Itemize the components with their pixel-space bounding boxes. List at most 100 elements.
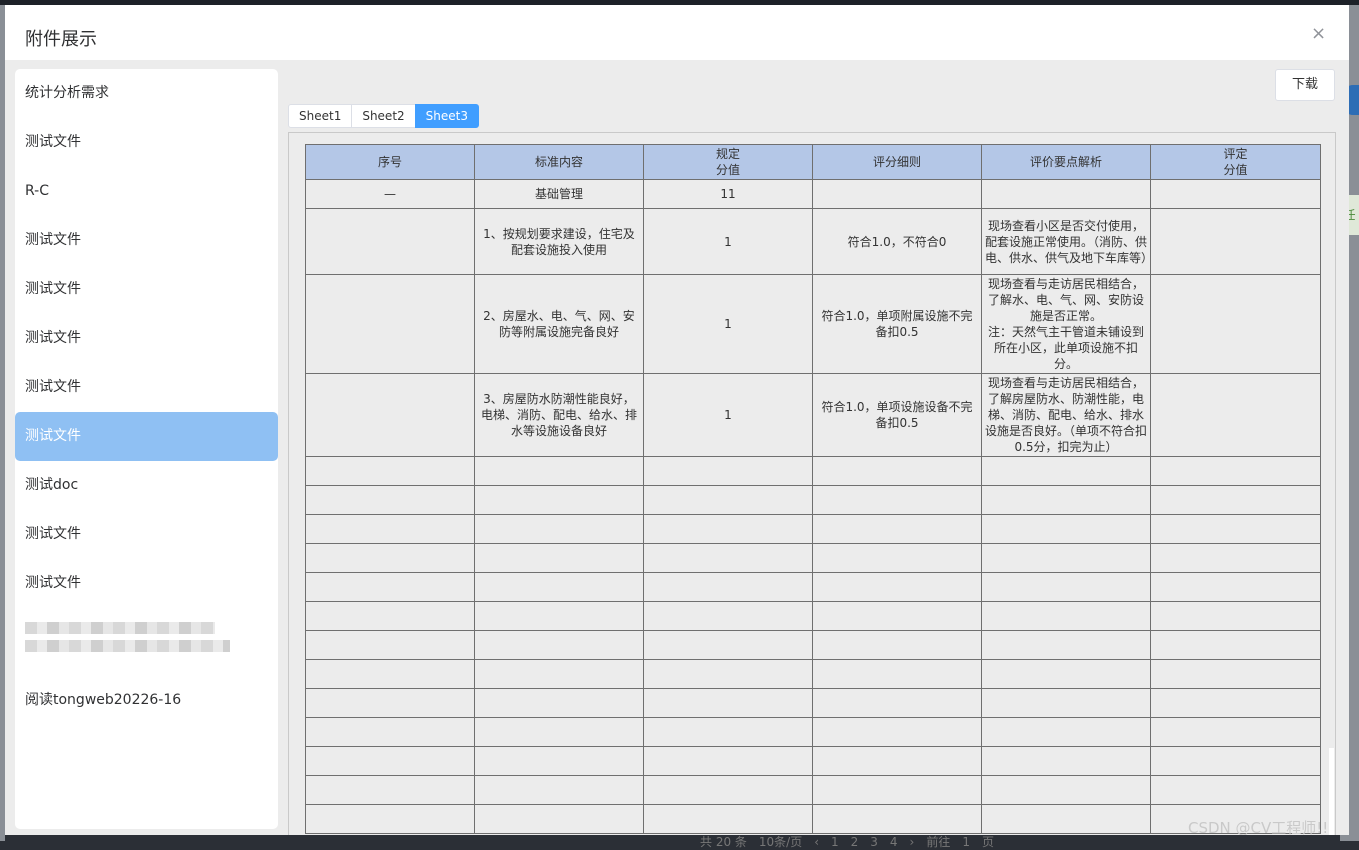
close-icon[interactable]: × [1311, 23, 1326, 44]
table-row-empty [305, 601, 1321, 631]
table-cell [305, 630, 475, 660]
table-cell: 符合1.0，单项附属设施不完备扣0.5 [812, 274, 982, 374]
table-cell: 1 [643, 373, 813, 457]
table-cell [305, 208, 475, 275]
table-cell: 现场查看与走访居民相结合，了解房屋防水、防潮性能，电梯、消防、配电、给水、排水设… [981, 373, 1151, 457]
table-row-empty [305, 746, 1321, 776]
column-header: 评价要点解析 [981, 144, 1151, 180]
column-header: 评分细则 [812, 144, 982, 180]
table-cell [305, 514, 475, 544]
table-cell [305, 775, 475, 805]
table-cell [474, 804, 644, 834]
attachment-item[interactable]: 测试文件 [15, 363, 278, 412]
table-row-empty [305, 514, 1321, 544]
table-cell [474, 543, 644, 573]
attachment-item[interactable]: 阅读tongweb20226-16 [15, 676, 278, 725]
attachment-item[interactable]: 测试文件 [15, 510, 278, 559]
table-cell [643, 485, 813, 515]
table-row-empty [305, 543, 1321, 573]
table-cell [1150, 630, 1321, 660]
download-button[interactable]: 下载 [1275, 69, 1335, 101]
attachment-item-redacted[interactable] [15, 608, 278, 676]
table-cell [981, 572, 1151, 602]
table-cell [305, 543, 475, 573]
table-cell: 2、房屋水、电、气、网、安防等附属设施完备良好 [474, 274, 644, 374]
table-cell [812, 659, 982, 689]
table-cell: 3、房屋防水防潮性能良好，电梯、消防、配电、给水、排水等设施设备良好 [474, 373, 644, 457]
table-cell: 1 [643, 274, 813, 374]
attachment-dialog: 附件展示 × 统计分析需求 测试文件 R-C 测试文件 测试文件 测试文件 测试… [5, 5, 1349, 835]
dialog-header: 附件展示 × [5, 5, 1349, 60]
column-header: 评定 分值 [1150, 144, 1321, 180]
tab-sheet2[interactable]: Sheet2 [351, 104, 416, 128]
table-cell [305, 659, 475, 689]
table-cell [643, 456, 813, 486]
table-cell [812, 804, 982, 834]
table-row: 1、按规划要求建设，住宅及配套设施投入使用 1 符合1.0，不符合0 现场查看小… [305, 208, 1321, 275]
table-row-empty [305, 804, 1321, 834]
attachment-item[interactable]: 测试文件 [15, 216, 278, 265]
table-cell [1150, 274, 1321, 374]
table-cell [305, 274, 475, 374]
table-cell [305, 485, 475, 515]
table-cell [643, 688, 813, 718]
table-cell [305, 717, 475, 747]
table-cell [981, 601, 1151, 631]
attachment-item[interactable]: 测试doc [15, 461, 278, 510]
table-row: 2、房屋水、电、气、网、安防等附属设施完备良好 1 符合1.0，单项附属设施不完… [305, 274, 1321, 374]
table-cell [1150, 179, 1321, 209]
table-cell [812, 717, 982, 747]
table-cell [812, 688, 982, 718]
table-cell [1150, 485, 1321, 515]
table-cell [812, 514, 982, 544]
table-cell [474, 456, 644, 486]
table-cell [305, 373, 475, 457]
table-row-empty [305, 456, 1321, 486]
table-cell [1150, 717, 1321, 747]
table-cell [643, 804, 813, 834]
dialog-title: 附件展示 [25, 29, 97, 50]
table-cell [305, 746, 475, 776]
attachment-item[interactable]: 测试文件 [15, 314, 278, 363]
sheet-viewer[interactable]: 序号 标准内容 规定 分值 评分细则 评价要点解析 评定 分值 — 基础管理 1… [288, 132, 1336, 835]
table-cell: — [305, 179, 475, 209]
table-cell [981, 485, 1151, 515]
vertical-scrollbar[interactable] [1329, 748, 1334, 835]
table-cell [474, 659, 644, 689]
table-cell [981, 456, 1151, 486]
table-cell [305, 804, 475, 834]
table-cell [981, 543, 1151, 573]
redacted-text [25, 622, 215, 634]
table-cell [1150, 543, 1321, 573]
table-cell: 符合1.0，单项设施设备不完备扣0.5 [812, 373, 982, 457]
tab-sheet3[interactable]: Sheet3 [414, 104, 479, 128]
table-cell [981, 630, 1151, 660]
table-cell [474, 514, 644, 544]
table-cell [1150, 601, 1321, 631]
table-cell: 1、按规划要求建设，住宅及配套设施投入使用 [474, 208, 644, 275]
table-cell [981, 775, 1151, 805]
table-cell [812, 179, 982, 209]
table-cell [1150, 208, 1321, 275]
table-row: — 基础管理 11 [305, 179, 1321, 209]
column-header: 规定 分值 [643, 144, 813, 180]
redacted-text [25, 640, 230, 652]
table-cell [981, 179, 1151, 209]
table-cell [812, 485, 982, 515]
table-cell [643, 746, 813, 776]
table-row-empty [305, 775, 1321, 805]
table-cell: 1 [643, 208, 813, 275]
table-cell [812, 456, 982, 486]
attachment-item[interactable]: 测试文件 [15, 265, 278, 314]
attachment-item[interactable]: 统计分析需求 [15, 69, 278, 118]
table-cell [981, 746, 1151, 776]
sheet-table: 序号 标准内容 规定 分值 评分细则 评价要点解析 评定 分值 — 基础管理 1… [305, 144, 1321, 834]
attachment-item-active[interactable]: 测试文件 [15, 412, 278, 461]
attachment-item[interactable]: 测试文件 [15, 559, 278, 608]
table-cell [643, 601, 813, 631]
attachment-item[interactable]: R-C [15, 167, 278, 216]
table-cell [981, 514, 1151, 544]
attachment-item[interactable]: 测试文件 [15, 118, 278, 167]
table-cell [474, 775, 644, 805]
tab-sheet1[interactable]: Sheet1 [288, 104, 353, 128]
